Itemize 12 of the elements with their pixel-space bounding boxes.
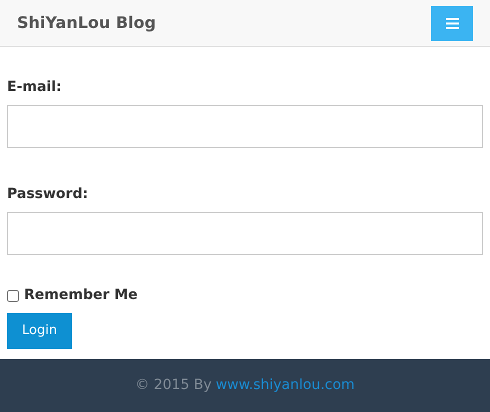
input-field[interactable]: [7, 105, 483, 148]
menu-icon: [446, 18, 458, 28]
field-label: E-mail:: [7, 78, 63, 97]
menu-button[interactable]: [431, 6, 473, 40]
checkbox[interactable]: [7, 290, 19, 302]
checkbox-label: Remember Me: [24, 286, 138, 305]
field-label: Password:: [7, 185, 90, 204]
footer-link[interactable]: www.shiyanlou.com: [216, 375, 355, 396]
copyright-text: © 2015 By: [135, 376, 212, 395]
input-field[interactable]: [7, 212, 483, 255]
brand-title[interactable]: ShiYanLou Blog: [17, 11, 156, 35]
login-button[interactable]: Login: [7, 313, 72, 349]
